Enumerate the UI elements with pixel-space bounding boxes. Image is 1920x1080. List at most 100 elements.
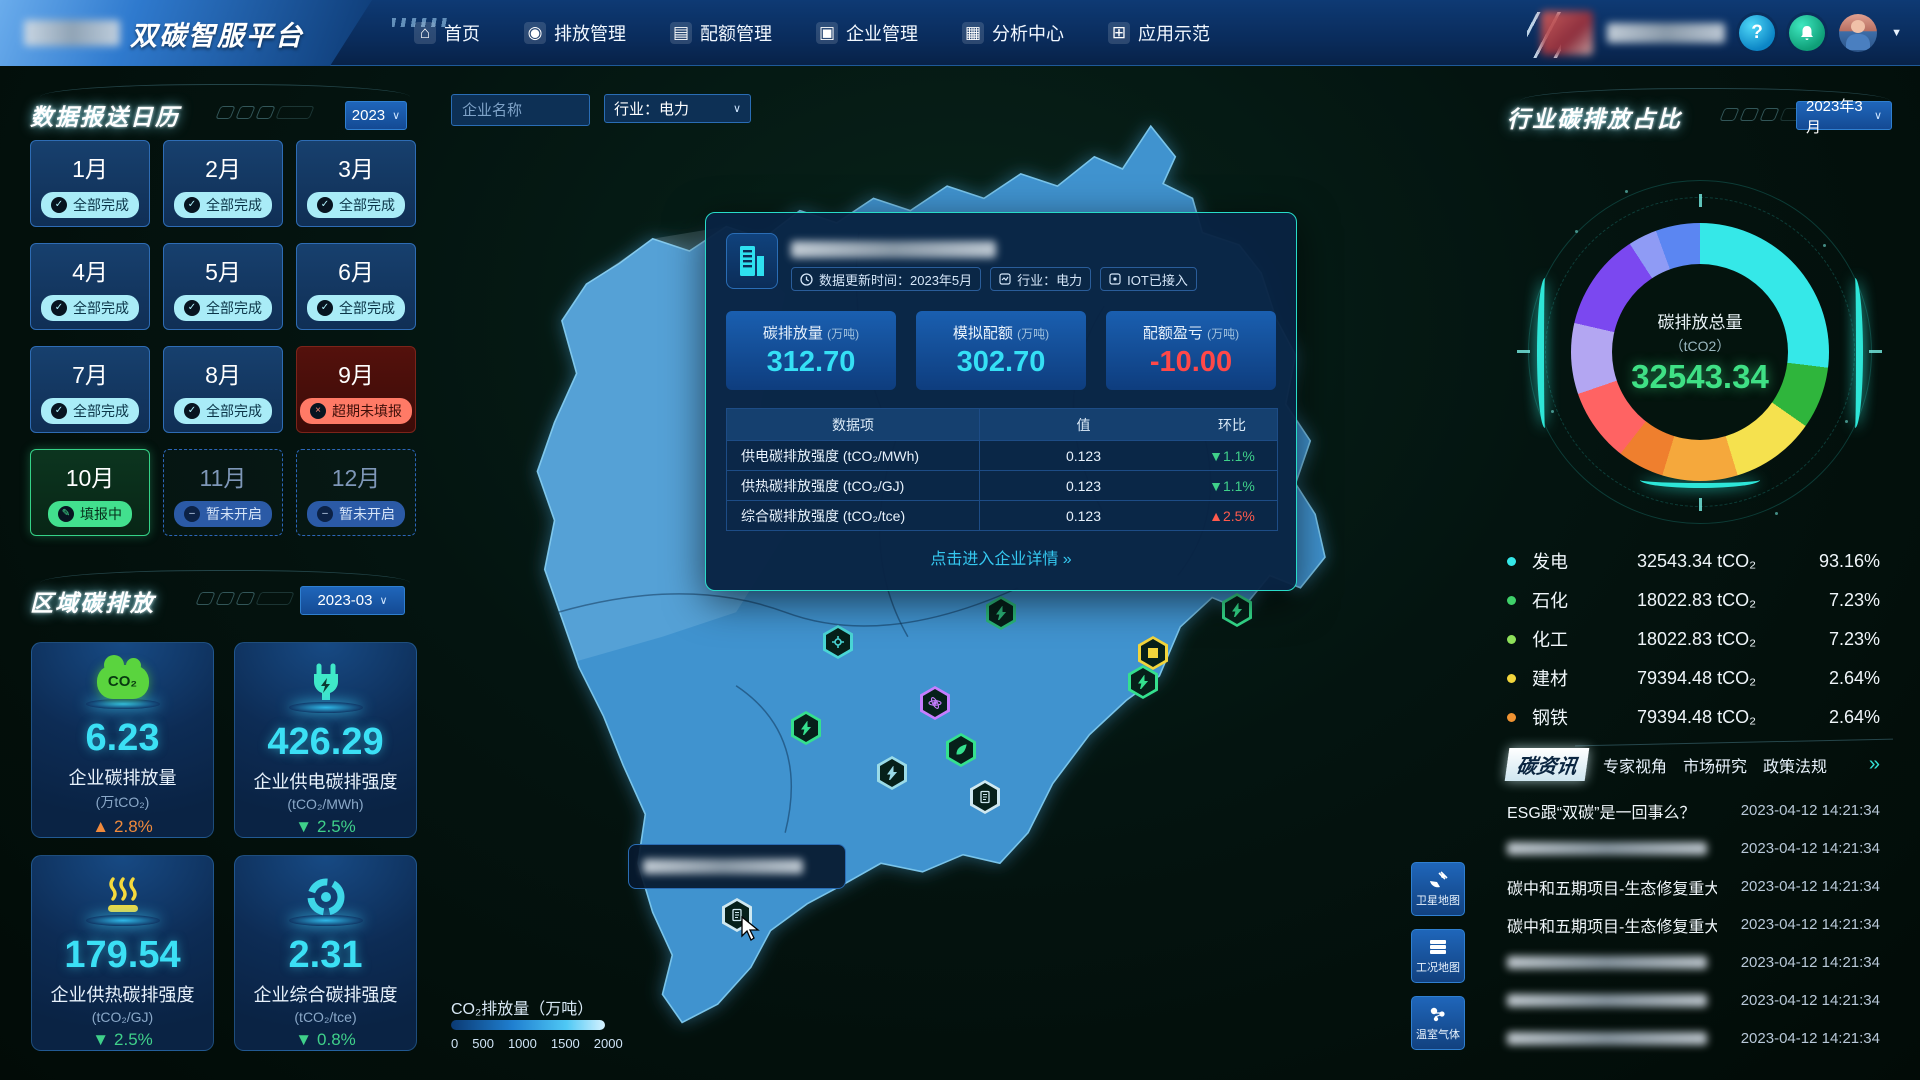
nav-item-demo[interactable]: ⊞应用示范 — [1108, 20, 1210, 46]
news-item[interactable]: 2023-04-12 14:21:34 — [1507, 1028, 1880, 1049]
news-tab-expert[interactable]: 专家视角 — [1603, 753, 1667, 777]
search-input[interactable] — [451, 94, 590, 126]
news-item[interactable]: 2023-04-12 14:21:34 — [1507, 952, 1880, 973]
app-demo-icon: ⊞ — [1108, 22, 1130, 44]
popup-stat-value: -10.00 — [1150, 346, 1232, 379]
map-tooltip[interactable] — [628, 844, 846, 889]
popup-stat-quota: 模拟配额 (万吨) 302.70 — [916, 311, 1086, 390]
quota-icon: ▤ — [670, 22, 692, 44]
iot-icon — [1109, 273, 1121, 285]
layer-button-1[interactable]: 卫星地图 — [1411, 862, 1465, 916]
layer-button-label: 工况地图 — [1416, 959, 1460, 975]
calendar-month-card[interactable]: 4月✓全部完成 — [30, 243, 150, 330]
nav-item-emission[interactable]: ◉排放管理 — [524, 20, 626, 46]
calendar-month-card[interactable]: 11月–暂未开启 — [163, 449, 283, 536]
nav-item-quota[interactable]: ▤配额管理 — [670, 20, 772, 46]
popup-table: 数据项 值 环比 供电碳排放强度 (tCO₂/MWh)0.123▼1.1%供热碳… — [726, 408, 1278, 531]
industry-panel-title: 行业碳排放占比 — [1507, 100, 1682, 134]
layer-button-label: 卫星地图 — [1416, 892, 1460, 908]
layer-button-2[interactable]: 工况地图 — [1411, 929, 1465, 983]
bell-icon — [1798, 24, 1816, 42]
news-item[interactable]: 2023-04-12 14:21:34 — [1507, 838, 1880, 859]
legend-row[interactable]: 发电32543.34 tCO₂93.16% — [1507, 548, 1880, 574]
map-legend-title: CO₂排放量（万吨） — [451, 995, 593, 1019]
calendar-month-card[interactable]: 12月–暂未开启 — [296, 449, 416, 536]
bolt-icon — [794, 714, 818, 742]
status-badge: ✓全部完成 — [307, 295, 405, 321]
news-item[interactable]: 碳中和五期项目-生态修复重大工程2023-04-12 14:21:34 — [1507, 914, 1880, 935]
industry-filter-select[interactable]: 行业：电力 ∨ — [604, 94, 751, 123]
news-title-redacted — [1507, 842, 1707, 855]
industry-donut-chart[interactable]: 碳排放总量 （tCO2） 32543.34 — [1505, 160, 1895, 544]
legend-row[interactable]: 石化18022.83 tCO₂7.23% — [1507, 587, 1880, 613]
status-badge: ✓全部完成 — [41, 398, 139, 424]
legend-row[interactable]: 钢铁79394.48 tCO₂2.64% — [1507, 704, 1880, 730]
calendar-year-select[interactable]: 2023 ∨ — [345, 101, 407, 130]
news-item[interactable]: 碳中和五期项目-生态修复重大工程...2023-04-12 14:21:34 — [1507, 876, 1880, 897]
status-icon: ✓ — [184, 300, 200, 316]
news-more-link[interactable]: » — [1869, 753, 1880, 776]
nav-item-analysis[interactable]: ▦分析中心 — [962, 20, 1064, 46]
enterprise-popup: 数据更新时间：2023年5月 行业：电力 IOT已接入 碳排放量 (万吨) 31… — [705, 212, 1297, 591]
status-text: 超期未填报 — [332, 401, 402, 421]
calendar-month-card[interactable]: 5月✓全部完成 — [163, 243, 283, 330]
chevron-down-icon[interactable]: ▼ — [1891, 27, 1902, 39]
calendar-month-card[interactable]: 10月✎填报中 — [30, 449, 150, 536]
stat-delta: ▼2.5% — [92, 1030, 153, 1050]
legend-name: 石化 — [1532, 587, 1637, 613]
brand-title: 双碳智服平台 — [130, 14, 304, 53]
stat-card-emission[interactable]: CO₂ 6.23 企业碳排放量 (万tCO₂) ▲2.8% — [31, 642, 214, 838]
nav-item-home[interactable]: ⌂首页 — [414, 20, 480, 46]
chevron-down-icon: ∨ — [733, 102, 741, 115]
calendar-month-card[interactable]: 8月✓全部完成 — [163, 346, 283, 433]
bolt-icon — [880, 759, 904, 787]
enterprise-detail-link[interactable]: 点击进入企业详情 » — [726, 545, 1276, 569]
news-tab-market[interactable]: 市场研究 — [1683, 753, 1747, 777]
table-row: 综合碳排放强度 (tCO₂/tce)0.123▲2.5% — [727, 500, 1277, 530]
decor-glow — [1847, 278, 1863, 428]
avatar[interactable] — [1839, 14, 1877, 52]
region-month-select[interactable]: 2023-03 ∨ — [300, 586, 405, 615]
nav-item-enterprise[interactable]: ▣企业管理 — [816, 20, 918, 46]
month-label: 5月 — [205, 253, 241, 287]
legend-row[interactable]: 建材79394.48 tCO₂2.64% — [1507, 665, 1880, 691]
chevron-down-icon: ∨ — [392, 109, 400, 122]
legend-row[interactable]: 化工18022.83 tCO₂7.23% — [1507, 626, 1880, 652]
calendar-month-card[interactable]: 6月✓全部完成 — [296, 243, 416, 330]
stat-card-heat[interactable]: 179.54 企业供热碳排强度 (tCO₂/GJ) ▼2.5% — [31, 855, 214, 1051]
company-name-redacted — [791, 241, 996, 258]
help-button[interactable]: ? — [1739, 15, 1775, 51]
status-map-icon — [1428, 938, 1448, 956]
status-text: 全部完成 — [339, 195, 395, 215]
calendar-month-card[interactable]: 1月✓全部完成 — [30, 140, 150, 227]
icon-pedestal — [86, 915, 160, 926]
industry-icon — [999, 273, 1011, 285]
legend-percent: 2.64% — [1807, 707, 1880, 728]
analysis-icon: ▦ — [962, 22, 984, 44]
grid-icon — [1141, 639, 1165, 667]
calendar-month-card[interactable]: 9月×超期未填报 — [296, 346, 416, 433]
industry-legend: 发电32543.34 tCO₂93.16% 石化18022.83 tCO₂7.23… — [1507, 548, 1880, 730]
co2-cloud-icon: CO₂ — [97, 657, 149, 703]
donut-center-label: 碳排放总量 — [1658, 308, 1743, 333]
calendar-month-card[interactable]: 7月✓全部完成 — [30, 346, 150, 433]
metric-value: 0.123 — [979, 441, 1187, 470]
calendar-month-card[interactable]: 2月✓全部完成 — [163, 140, 283, 227]
table-row: 供热碳排放强度 (tCO₂/GJ)0.123▼1.1% — [727, 470, 1277, 500]
news-item[interactable]: 2023-04-12 14:21:34 — [1507, 990, 1880, 1011]
popup-table-header: 数据项 值 环比 — [727, 409, 1277, 440]
tooltip-company-redacted — [643, 859, 803, 874]
calendar-month-card[interactable]: 3月✓全部完成 — [296, 140, 416, 227]
stat-card-composite[interactable]: 2.31 企业综合碳排强度 (tCO₂/tce) ▼0.8% — [234, 855, 417, 1051]
layer-button-3[interactable]: 温室气体 — [1411, 996, 1465, 1050]
news-item[interactable]: ESG跟“双碳”是一回事么？2023-04-12 14:21:34 — [1507, 800, 1880, 821]
news-tab-policy[interactable]: 政策法规 — [1763, 753, 1827, 777]
stat-card-power[interactable]: 426.29 企业供电碳排强度 (tCO₂/MWh) ▼2.5% — [234, 642, 417, 838]
stat-value: 426.29 — [267, 721, 383, 764]
industry-month-select[interactable]: 2023年3月 ∨ — [1796, 101, 1892, 130]
legend-tick: 0 — [451, 1036, 458, 1051]
stat-unit: (tCO₂/MWh) — [287, 796, 363, 812]
notifications-button[interactable] — [1789, 15, 1825, 51]
status-badge: ✓全部完成 — [174, 192, 272, 218]
month-label: 9月 — [338, 356, 374, 390]
